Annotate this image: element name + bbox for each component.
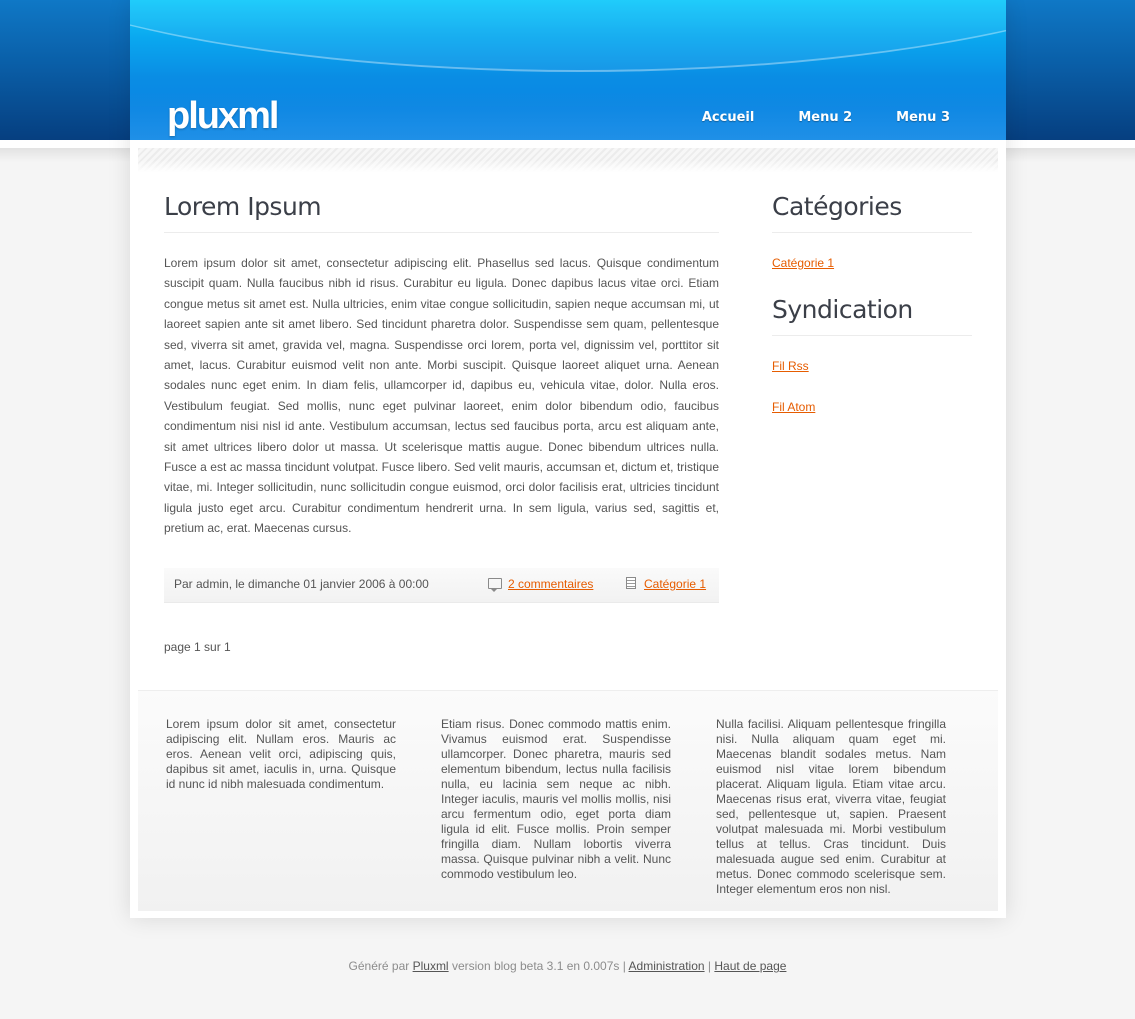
page-container: pluxml Accueil Menu 2 Menu 3 Lorem Ipsum…	[130, 0, 1006, 918]
credits-separator: |	[707, 959, 712, 973]
footer-column-2: Etiam risus. Donec commodo mattis enim. …	[441, 717, 671, 881]
comment-icon	[488, 577, 502, 592]
administration-link[interactable]: Administration	[629, 959, 705, 973]
site-header: pluxml Accueil Menu 2 Menu 3	[130, 0, 1006, 140]
sidebar-category-1-link[interactable]: Catégorie 1	[772, 256, 834, 270]
nav-item-menu-2[interactable]: Menu 2	[798, 110, 852, 125]
credits-prefix: Généré par	[348, 959, 410, 973]
footer-columns: Lorem ipsum dolor sit amet, consectetur …	[138, 690, 998, 911]
rss-feed-link[interactable]: Fil Rss	[772, 359, 809, 373]
site-logo[interactable]: pluxml	[167, 94, 279, 138]
atom-feed-link[interactable]: Fil Atom	[772, 400, 815, 414]
nav-item-accueil[interactable]: Accueil	[702, 110, 754, 125]
stripe-fade	[138, 160, 998, 172]
main-nav: Accueil Menu 2 Menu 3	[702, 110, 950, 125]
credits-version: version blog beta 3.1 en 0.007s |	[451, 959, 626, 973]
post-body: Lorem ipsum dolor sit amet, consectetur …	[164, 256, 719, 536]
post-category-link[interactable]: Catégorie 1	[644, 577, 706, 591]
header-arc-decoration	[130, 0, 1006, 72]
post-meta-bar: Par admin, le dimanche 01 janvier 2006 à…	[164, 568, 719, 603]
document-icon	[626, 577, 636, 589]
post-title[interactable]: Lorem Ipsum	[164, 190, 719, 233]
pluxml-link[interactable]: Pluxml	[413, 959, 449, 973]
footer-column-3: Nulla facilisi. Aliquam pellentesque fri…	[716, 717, 946, 896]
nav-item-menu-3[interactable]: Menu 3	[896, 110, 950, 125]
back-to-top-link[interactable]: Haut de page	[714, 959, 786, 973]
pagination-text: page 1 sur 1	[164, 640, 231, 654]
comments-link[interactable]: 2 commentaires	[508, 577, 593, 591]
post-author-line: Par admin, le dimanche 01 janvier 2006 à…	[174, 577, 429, 591]
categories-heading: Catégories	[772, 190, 972, 233]
footer-column-1: Lorem ipsum dolor sit amet, consectetur …	[166, 717, 396, 791]
syndication-heading: Syndication	[772, 293, 972, 336]
post-category: Catégorie 1	[626, 577, 706, 591]
post-comments: 2 commentaires	[488, 577, 593, 592]
site-credits: Généré par Pluxml version blog beta 3.1 …	[0, 959, 1135, 973]
